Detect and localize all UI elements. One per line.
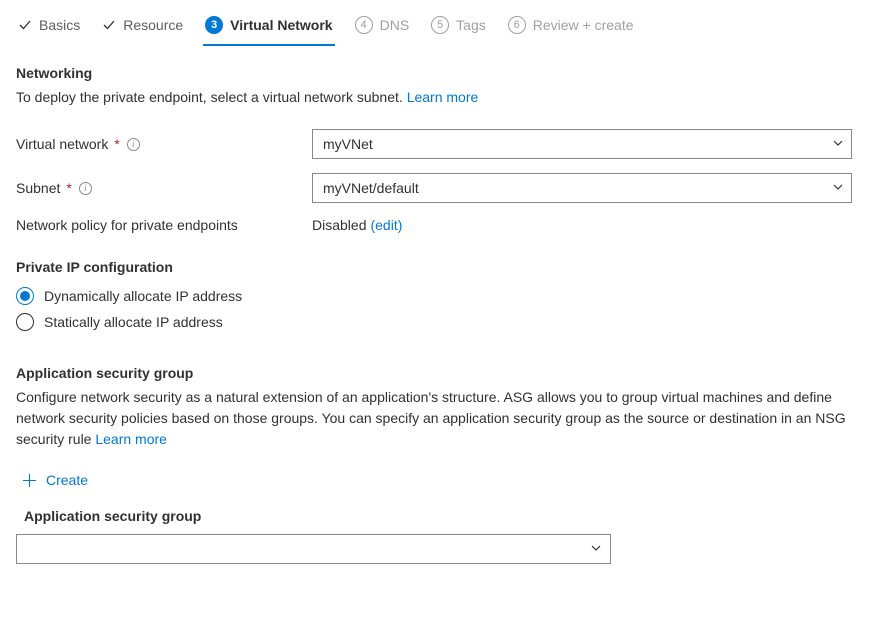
tab-tags[interactable]: 5 Tags bbox=[429, 10, 488, 46]
networking-desc: To deploy the private endpoint, select a… bbox=[16, 87, 874, 107]
asg-select-wrap bbox=[16, 534, 611, 564]
desc-text: To deploy the private endpoint, select a… bbox=[16, 89, 407, 105]
select-value: myVNet/default bbox=[323, 180, 419, 196]
asg-heading: Application security group bbox=[16, 365, 874, 381]
info-icon[interactable]: i bbox=[127, 138, 140, 151]
tab-resource[interactable]: Resource bbox=[100, 10, 185, 46]
tab-label: DNS bbox=[380, 17, 410, 33]
virtual-network-label: Virtual network * i bbox=[16, 136, 312, 152]
tab-label: Resource bbox=[123, 17, 183, 33]
info-icon[interactable]: i bbox=[79, 182, 92, 195]
check-icon bbox=[18, 18, 32, 32]
edit-link[interactable]: (edit) bbox=[370, 217, 402, 233]
tab-dns[interactable]: 4 DNS bbox=[353, 10, 412, 46]
required-asterisk: * bbox=[114, 136, 119, 152]
step-badge: 5 bbox=[431, 16, 449, 34]
asg-sub-label: Application security group bbox=[16, 508, 874, 524]
radio-icon bbox=[16, 287, 34, 305]
required-asterisk: * bbox=[66, 180, 71, 196]
ip-config-heading: Private IP configuration bbox=[16, 259, 874, 275]
networking-heading: Networking bbox=[16, 65, 874, 81]
tab-virtual-network[interactable]: 3 Virtual Network bbox=[203, 10, 334, 46]
create-asg-button[interactable]: Create bbox=[16, 472, 874, 488]
create-label: Create bbox=[46, 472, 88, 488]
row-subnet: Subnet * i myVNet/default bbox=[16, 173, 874, 203]
wizard-tabs: Basics Resource 3 Virtual Network 4 DNS … bbox=[0, 0, 890, 47]
row-network-policy: Network policy for private endpoints Dis… bbox=[16, 217, 874, 233]
virtual-network-select[interactable]: myVNet bbox=[312, 129, 852, 159]
select-value: myVNet bbox=[323, 136, 373, 152]
label-text: Virtual network bbox=[16, 136, 108, 152]
subnet-select[interactable]: myVNet/default bbox=[312, 173, 852, 203]
step-badge: 3 bbox=[205, 16, 223, 34]
subnet-label: Subnet * i bbox=[16, 180, 312, 196]
tab-basics[interactable]: Basics bbox=[16, 10, 82, 46]
plus-icon bbox=[22, 473, 37, 488]
asg-select[interactable] bbox=[16, 534, 611, 564]
asg-desc: Configure network security as a natural … bbox=[16, 387, 874, 450]
step-badge: 6 bbox=[508, 16, 526, 34]
learn-more-link[interactable]: Learn more bbox=[95, 431, 167, 447]
tab-review-create[interactable]: 6 Review + create bbox=[506, 10, 636, 46]
radio-label: Dynamically allocate IP address bbox=[44, 288, 242, 304]
radio-dynamic-ip[interactable]: Dynamically allocate IP address bbox=[16, 287, 874, 305]
content-area: Networking To deploy the private endpoin… bbox=[0, 47, 890, 592]
radio-static-ip[interactable]: Statically allocate IP address bbox=[16, 313, 874, 331]
tab-label: Virtual Network bbox=[230, 17, 332, 33]
chevron-down-icon bbox=[590, 541, 602, 557]
radio-label: Statically allocate IP address bbox=[44, 314, 223, 330]
network-policy-value: Disabled (edit) bbox=[312, 217, 402, 233]
policy-text: Disabled bbox=[312, 217, 366, 233]
check-icon bbox=[102, 18, 116, 32]
tab-label: Review + create bbox=[533, 17, 634, 33]
tab-label: Tags bbox=[456, 17, 486, 33]
row-virtual-network: Virtual network * i myVNet bbox=[16, 129, 874, 159]
label-text: Subnet bbox=[16, 180, 60, 196]
tab-label: Basics bbox=[39, 17, 80, 33]
step-badge: 4 bbox=[355, 16, 373, 34]
learn-more-link[interactable]: Learn more bbox=[407, 89, 479, 105]
radio-icon bbox=[16, 313, 34, 331]
network-policy-label: Network policy for private endpoints bbox=[16, 217, 312, 233]
